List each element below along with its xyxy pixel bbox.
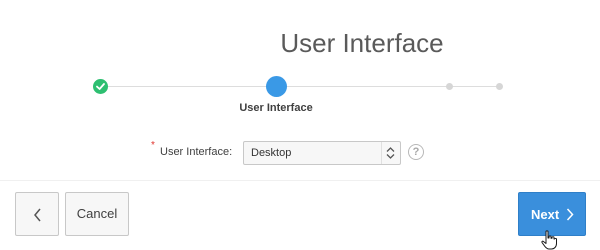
cancel-button[interactable]: Cancel (65, 192, 129, 236)
hand-pointer-icon (541, 230, 557, 250)
next-button-label: Next (531, 207, 560, 222)
back-button[interactable] (15, 192, 59, 236)
chevron-left-icon (34, 208, 41, 222)
user-interface-select[interactable]: Desktop (243, 141, 401, 165)
check-icon (96, 83, 105, 90)
current-step-label: User Interface (239, 102, 313, 114)
required-indicator: * (151, 140, 155, 151)
user-interface-select-value: Desktop (251, 147, 292, 159)
step-complete (93, 79, 108, 94)
step-current (266, 76, 287, 97)
footer-divider (0, 180, 600, 181)
select-arrows-icon (381, 142, 400, 164)
help-icon[interactable]: ? (408, 144, 424, 160)
page-title: User Interface (280, 28, 444, 58)
user-interface-field-row: * User Interface: Desktop ? (0, 140, 600, 165)
chevron-right-icon (566, 208, 574, 221)
user-interface-label: User Interface: (160, 146, 233, 158)
step-upcoming (446, 83, 453, 90)
progress-line (100, 86, 500, 87)
progress-tracker (0, 72, 600, 102)
step-upcoming (496, 83, 503, 90)
